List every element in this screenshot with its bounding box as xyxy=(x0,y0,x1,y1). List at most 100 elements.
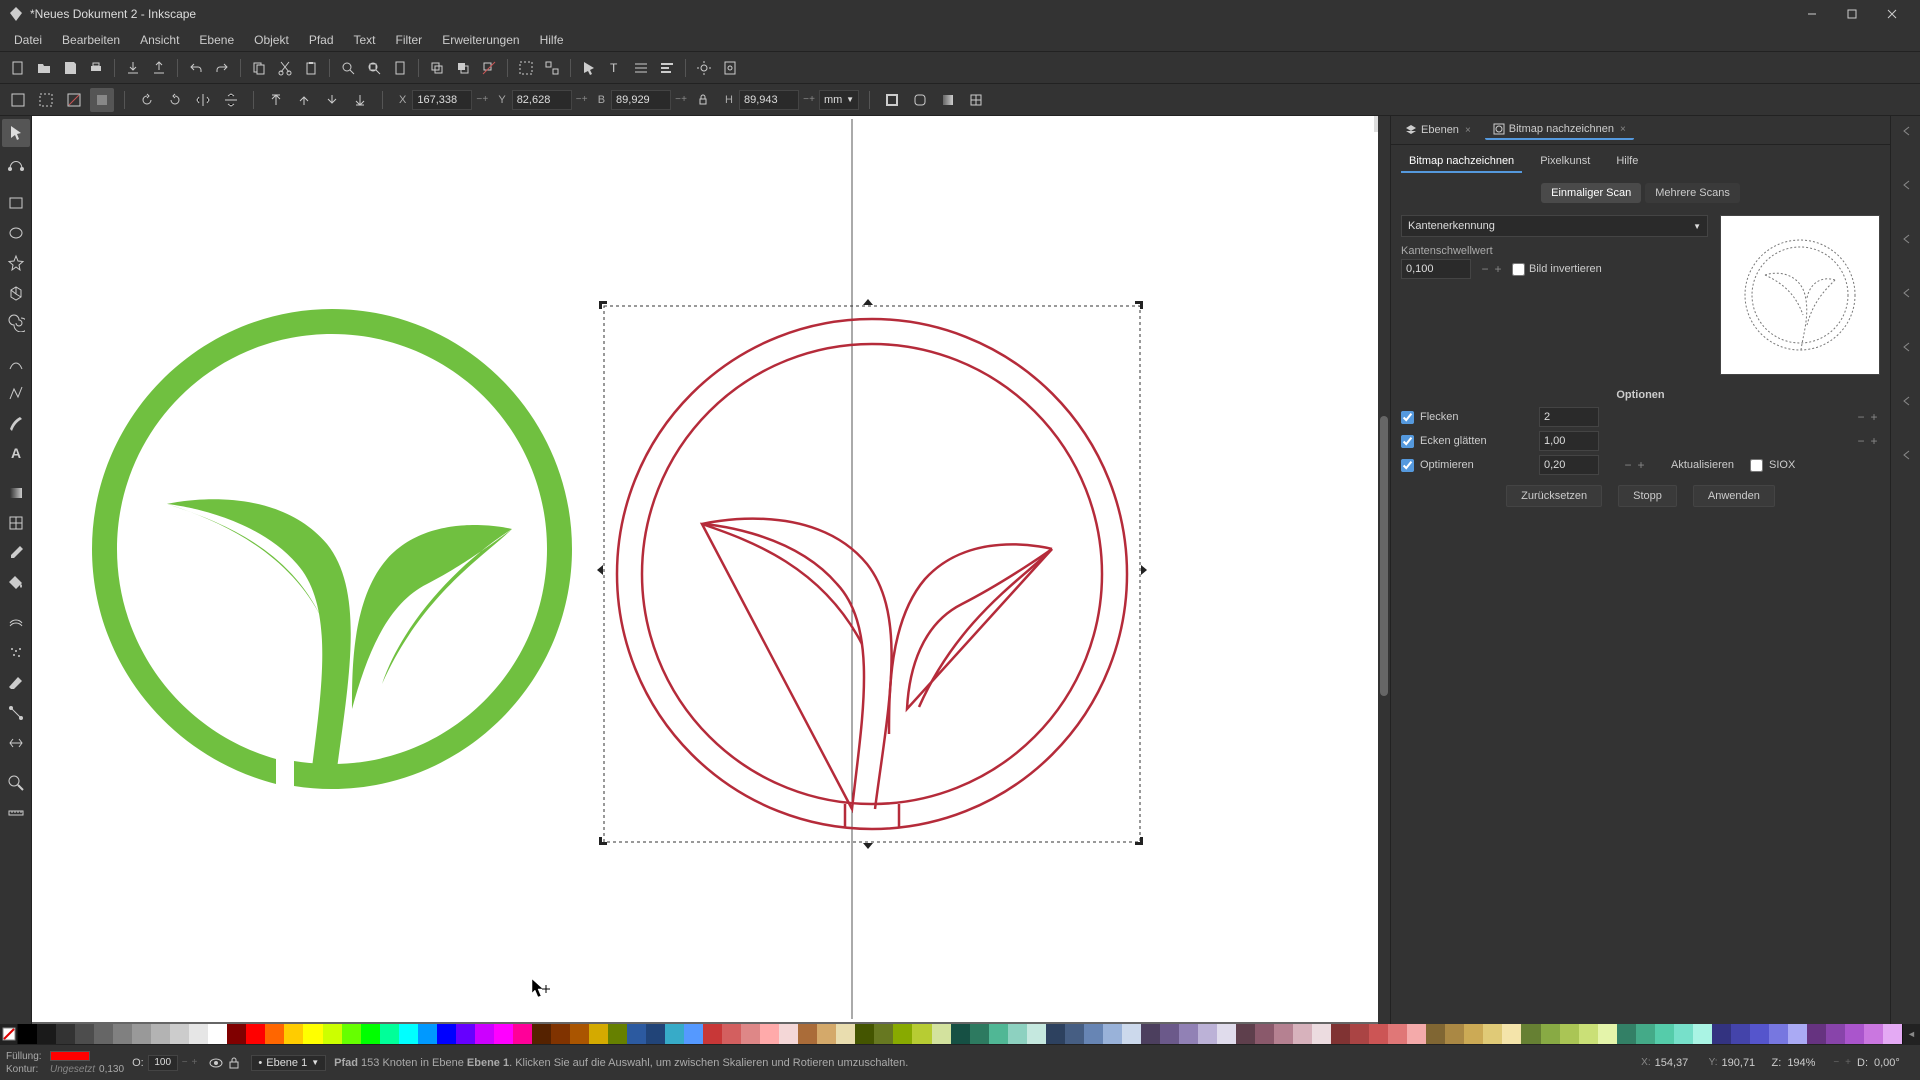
palette-swatch[interactable] xyxy=(1445,1024,1464,1044)
opt-optimize-checkbox[interactable]: Optimieren xyxy=(1401,459,1531,472)
palette-swatch[interactable] xyxy=(551,1024,570,1044)
palette-swatch[interactable] xyxy=(1693,1024,1712,1044)
text-dialog-button[interactable]: T xyxy=(603,56,627,80)
star-tool[interactable] xyxy=(2,249,30,277)
palette-swatch[interactable] xyxy=(399,1024,418,1044)
x-plus[interactable]: + xyxy=(482,90,488,110)
palette-swatch[interactable] xyxy=(665,1024,684,1044)
layer-visibility-button[interactable] xyxy=(207,1054,225,1072)
palette-swatch[interactable] xyxy=(532,1024,551,1044)
palette-swatch[interactable] xyxy=(1483,1024,1502,1044)
palette-swatch[interactable] xyxy=(1864,1024,1883,1044)
reset-button[interactable]: Zurücksetzen xyxy=(1506,485,1602,507)
scan-tab-multi[interactable]: Mehrere Scans xyxy=(1645,183,1740,203)
save-button[interactable] xyxy=(58,56,82,80)
transform-stroke-button[interactable] xyxy=(880,88,904,112)
menu-pfad[interactable]: Pfad xyxy=(299,29,344,51)
menu-ebene[interactable]: Ebene xyxy=(189,29,244,51)
opt-optimize-plus[interactable]: + xyxy=(1635,455,1647,475)
expand-transform[interactable] xyxy=(1895,336,1917,358)
ungroup-button[interactable] xyxy=(540,56,564,80)
lock-aspect-button[interactable] xyxy=(691,88,715,112)
w-input[interactable] xyxy=(611,90,671,110)
rotate-cw-button[interactable] xyxy=(163,88,187,112)
mesh-tool[interactable] xyxy=(2,509,30,537)
palette-swatch[interactable] xyxy=(608,1024,627,1044)
palette-swatch[interactable] xyxy=(513,1024,532,1044)
stroke-value[interactable]: Ungesetzt xyxy=(50,1064,95,1075)
palette-swatch[interactable] xyxy=(56,1024,75,1044)
ellipse-tool[interactable] xyxy=(2,219,30,247)
palette-swatch[interactable] xyxy=(589,1024,608,1044)
palette-swatch[interactable] xyxy=(684,1024,703,1044)
spiral-tool[interactable] xyxy=(2,309,30,337)
palette-menu-button[interactable]: ◄ xyxy=(1902,1024,1920,1044)
palette-swatch[interactable] xyxy=(1008,1024,1027,1044)
palette-swatch[interactable] xyxy=(170,1024,189,1044)
opt-smooth-plus[interactable]: + xyxy=(1868,431,1880,451)
palette-swatch[interactable] xyxy=(1046,1024,1065,1044)
palette-swatch[interactable] xyxy=(94,1024,113,1044)
measure-tool[interactable] xyxy=(2,799,30,827)
open-button[interactable] xyxy=(32,56,56,80)
zoom-page-button[interactable] xyxy=(388,56,412,80)
palette-swatch[interactable] xyxy=(113,1024,132,1044)
unlink-clone-button[interactable] xyxy=(477,56,501,80)
undo-button[interactable] xyxy=(184,56,208,80)
transform-corners-button[interactable] xyxy=(908,88,932,112)
palette-swatch[interactable] xyxy=(1217,1024,1236,1044)
palette-swatch[interactable] xyxy=(817,1024,836,1044)
opt-smooth-input[interactable] xyxy=(1539,431,1599,451)
flip-horizontal-button[interactable] xyxy=(191,88,215,112)
eraser-tool[interactable] xyxy=(2,669,30,697)
palette-swatch[interactable] xyxy=(1464,1024,1483,1044)
palette-swatch[interactable] xyxy=(570,1024,589,1044)
opt-optimize-minus[interactable]: − xyxy=(1622,455,1634,475)
dock-tab-trace[interactable]: Bitmap nachzeichnen × xyxy=(1485,120,1634,140)
palette-swatch[interactable] xyxy=(1407,1024,1426,1044)
flip-vertical-button[interactable] xyxy=(219,88,243,112)
h-input[interactable] xyxy=(739,90,799,110)
palette-swatch[interactable] xyxy=(627,1024,646,1044)
palette-swatch[interactable] xyxy=(1502,1024,1521,1044)
zoom-plus[interactable]: + xyxy=(1845,1057,1851,1068)
dock-tab-layers[interactable]: Ebenen × xyxy=(1397,120,1479,140)
lower-bottom-button[interactable] xyxy=(348,88,372,112)
fill-swatch[interactable] xyxy=(50,1051,90,1061)
opt-speckles-minus[interactable]: − xyxy=(1855,407,1867,427)
palette-swatch[interactable] xyxy=(418,1024,437,1044)
palette-swatch[interactable] xyxy=(1674,1024,1693,1044)
zoom-selection-button[interactable] xyxy=(336,56,360,80)
palette-swatch[interactable] xyxy=(1712,1024,1731,1044)
palette-swatch[interactable] xyxy=(303,1024,322,1044)
3dbox-tool[interactable] xyxy=(2,279,30,307)
palette-swatch[interactable] xyxy=(1122,1024,1141,1044)
selector-tool[interactable] xyxy=(2,119,30,147)
tweak-tool[interactable] xyxy=(2,609,30,637)
palette-swatch[interactable] xyxy=(1103,1024,1122,1044)
palette-swatch[interactable] xyxy=(1521,1024,1540,1044)
connector-tool[interactable] xyxy=(2,699,30,727)
trace-tab-help[interactable]: Hilfe xyxy=(1608,151,1646,173)
palette-swatch[interactable] xyxy=(1426,1024,1445,1044)
palette-swatch[interactable] xyxy=(284,1024,303,1044)
rot-value[interactable]: 0,00° xyxy=(1874,1057,1914,1069)
clone-button[interactable] xyxy=(451,56,475,80)
palette-swatch[interactable] xyxy=(132,1024,151,1044)
opt-speckles-checkbox[interactable]: Flecken xyxy=(1401,411,1531,424)
cut-button[interactable] xyxy=(273,56,297,80)
palette-swatch[interactable] xyxy=(227,1024,246,1044)
zoom-minus[interactable]: − xyxy=(1833,1057,1839,1068)
toggle-selection-button[interactable] xyxy=(90,88,114,112)
maximize-button[interactable] xyxy=(1832,0,1872,28)
opt-optimize-input[interactable] xyxy=(1539,455,1599,475)
doc-props-button[interactable] xyxy=(718,56,742,80)
palette-swatch[interactable] xyxy=(75,1024,94,1044)
dropper-tool[interactable] xyxy=(2,539,30,567)
palette-swatch[interactable] xyxy=(912,1024,931,1044)
palette-swatch[interactable] xyxy=(475,1024,494,1044)
scan-tab-single[interactable]: Einmaliger Scan xyxy=(1541,183,1641,203)
palette-swatch[interactable] xyxy=(779,1024,798,1044)
node-tool[interactable] xyxy=(2,149,30,177)
gradient-tool[interactable] xyxy=(2,479,30,507)
